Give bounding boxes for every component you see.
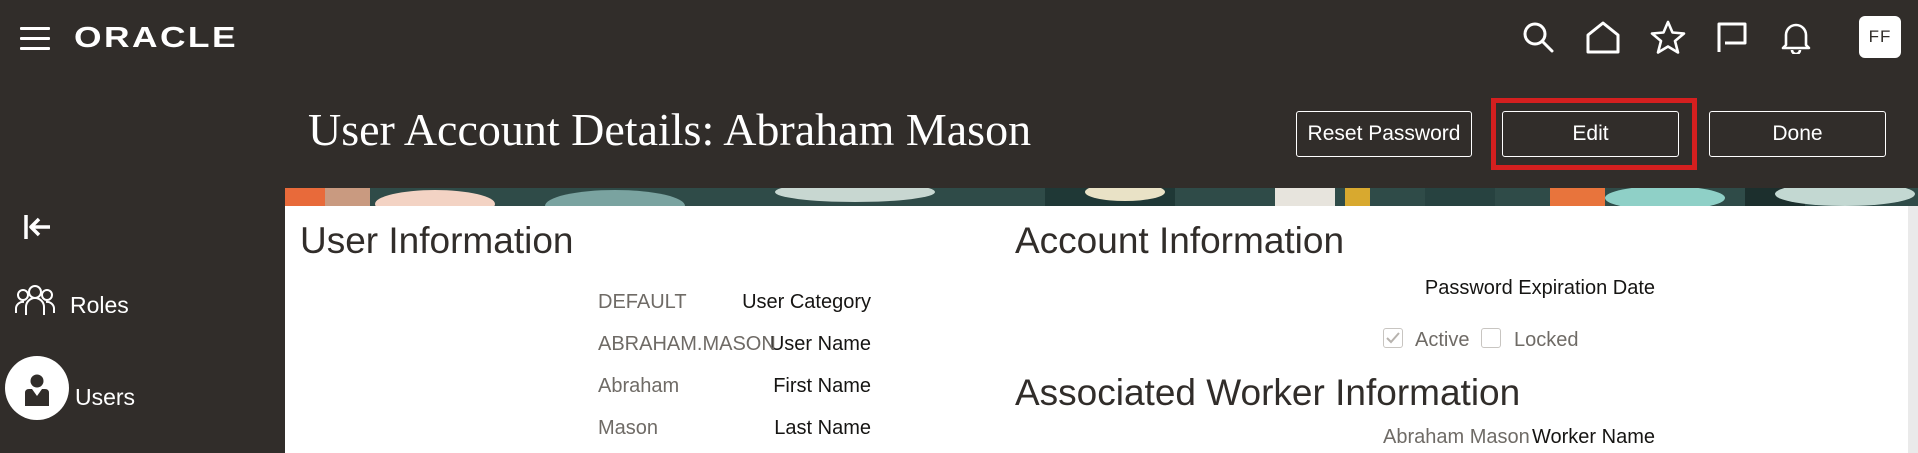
avatar[interactable]: FF [1859,16,1901,58]
edit-button[interactable]: Edit [1502,111,1679,157]
page-title: User Account Details: Abraham Mason [308,104,1032,155]
user-category-label: User Category [742,291,871,313]
page-scrollbar[interactable] [1908,206,1918,453]
locked-checkbox[interactable] [1481,328,1501,348]
active-label: Active [1415,329,1470,351]
password-expiration-label: Password Expiration Date [1424,277,1655,299]
notifications-bell-icon[interactable] [1777,18,1815,56]
search-icon[interactable] [1519,18,1557,56]
user-icon [20,372,54,413]
last-name-value: Mason [598,417,659,439]
home-icon[interactable] [1584,18,1622,56]
first-name-value: Abraham [598,375,680,397]
flag-icon[interactable] [1713,18,1751,56]
sidebar-item-label: Roles [70,292,129,318]
top-bar: ORACLE FF [0,0,1918,75]
user-category-value: DEFAULT [598,291,687,313]
active-checkbox[interactable] [1383,328,1403,348]
user-name-label: User Name [769,333,871,355]
account-information-title: Account Information [1015,220,1345,261]
roles-group-icon [14,283,56,322]
decorative-banner [285,188,1918,206]
collapse-panel-icon[interactable] [22,211,54,243]
sidebar-item-roles[interactable]: Roles [0,275,280,335]
sidebar-item-users[interactable]: Users [0,360,280,420]
worker-name-value: Abraham Mason [1383,426,1530,448]
associated-worker-title: Associated Worker Information [1015,372,1521,413]
favorites-star-icon[interactable] [1649,18,1687,56]
oracle-logo: ORACLE [74,22,239,54]
hamburger-menu-icon[interactable] [20,27,50,50]
reset-password-button[interactable]: Reset Password [1296,111,1472,157]
sidebar-item-label: Users [75,384,136,410]
user-information-title: User Information [300,220,574,261]
done-button[interactable]: Done [1709,111,1886,157]
last-name-label: Last Name [774,417,871,439]
locked-label: Locked [1514,329,1579,351]
user-name-value: ABRAHAM.MASON [598,333,776,355]
first-name-label: First Name [773,375,871,397]
main-content: User Information User Category DEFAULT U… [285,206,1918,453]
